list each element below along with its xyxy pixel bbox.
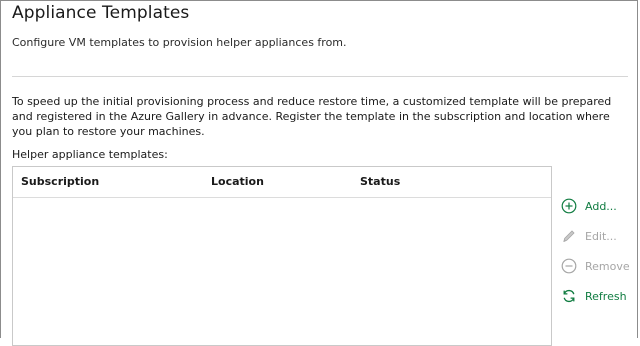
pencil-icon [561,228,577,244]
refresh-icon [561,288,577,304]
refresh-button[interactable]: Refresh [561,286,630,306]
edit-button[interactable]: Edit... [561,226,630,246]
header-divider [12,76,628,77]
add-button[interactable]: Add... [561,196,630,216]
refresh-button-label: Refresh [585,289,627,303]
column-header-location[interactable]: Location [211,175,264,188]
remove-button[interactable]: Remove [561,256,630,276]
templates-table[interactable]: Subscription Location Status [12,166,552,346]
templates-list-label: Helper appliance templates: [12,148,168,161]
table-header: Subscription Location Status [13,167,551,198]
page-subtitle: Configure VM templates to provision help… [12,36,347,49]
remove-circle-icon [561,258,577,274]
column-header-subscription[interactable]: Subscription [21,175,99,188]
page-title: Appliance Templates [12,3,190,23]
actions-panel: Add... Edit... Remove Refresh [561,196,630,316]
edit-button-label: Edit... [585,229,617,243]
table-body[interactable] [13,198,551,345]
description-text: To speed up the initial provisioning pro… [12,95,612,138]
remove-button-label: Remove [585,259,630,273]
add-circle-icon [561,198,577,214]
add-button-label: Add... [585,199,617,213]
column-header-status[interactable]: Status [360,175,400,188]
